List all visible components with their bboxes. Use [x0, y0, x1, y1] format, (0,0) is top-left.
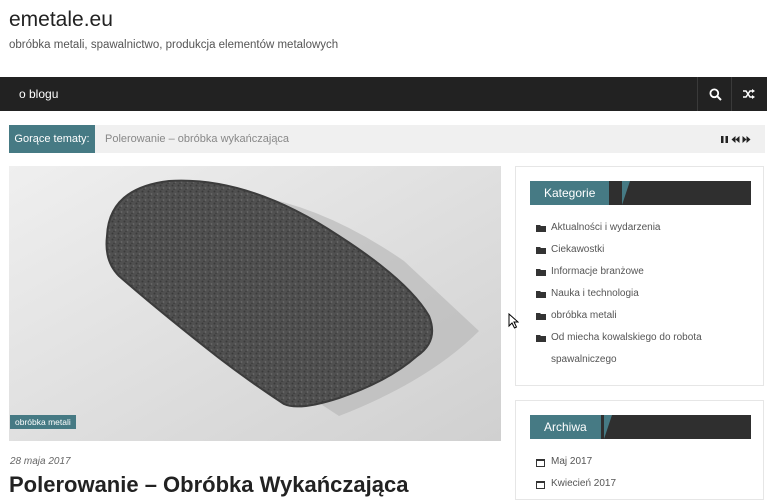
title-slant — [622, 181, 630, 205]
post-date: 28 maja 2017 — [10, 456, 71, 467]
mouse-cursor-icon — [508, 313, 519, 329]
categories-widget: Kategorie Aktualności i wydarzenia Cieka… — [515, 166, 764, 386]
post-title[interactable]: Polerowanie – Obróbka Wykańczająca — [9, 472, 408, 498]
archive-item[interactable]: Maj 2017 — [536, 451, 751, 473]
title-slant — [604, 415, 612, 439]
widget-title-bar: Kategorie — [530, 181, 751, 205]
folder-icon — [536, 291, 546, 298]
widget-title: Kategorie — [530, 181, 610, 205]
category-item[interactable]: obróbka metali — [536, 305, 751, 327]
widget-title: Archiwa — [530, 415, 601, 439]
category-list: Aktualności i wydarzenia Ciekawostki Inf… — [536, 217, 751, 371]
pause-icon[interactable] — [720, 135, 729, 144]
category-item[interactable]: Od miecha kowalskiego do robota spawalni… — [536, 327, 751, 371]
featured-post-image[interactable] — [9, 166, 501, 441]
folder-icon — [536, 269, 546, 276]
widget-title-bar: Archiwa — [530, 415, 751, 439]
shuffle-icon — [743, 89, 755, 99]
category-item[interactable]: Nauka i technologia — [536, 283, 751, 305]
search-icon — [709, 88, 722, 101]
next-icon[interactable] — [742, 135, 751, 144]
random-post-button[interactable] — [731, 77, 766, 111]
folder-icon — [536, 225, 546, 232]
folder-icon — [536, 313, 546, 320]
category-item[interactable]: Ciekawostki — [536, 239, 751, 261]
search-button[interactable] — [697, 77, 732, 111]
site-title[interactable]: emetale.eu — [9, 8, 113, 32]
ticker-headline-link[interactable]: Polerowanie – obróbka wykańczająca — [105, 125, 289, 153]
ticker-controls — [720, 125, 751, 153]
site-header: emetale.eu obróbka metali, spawalnictwo,… — [0, 0, 767, 77]
folder-icon — [536, 247, 546, 254]
calendar-icon — [536, 481, 545, 489]
category-item[interactable]: Aktualności i wydarzenia — [536, 217, 751, 239]
archive-list: Maj 2017 Kwiecień 2017 — [536, 451, 751, 495]
nav-item-o-blogu[interactable]: o blogu — [19, 77, 58, 111]
category-badge[interactable]: obróbka metali — [10, 415, 76, 429]
archive-item[interactable]: Kwiecień 2017 — [536, 473, 751, 495]
abrasive-pad-image — [9, 166, 501, 441]
breaking-news-ticker: Gorące tematy: Polerowanie – obróbka wyk… — [9, 125, 765, 153]
calendar-icon — [536, 459, 545, 467]
folder-icon — [536, 335, 546, 342]
archives-widget: Archiwa Maj 2017 Kwiecień 2017 — [515, 400, 764, 500]
category-item[interactable]: Informacje branżowe — [536, 261, 751, 283]
ticker-label: Gorące tematy: — [9, 125, 95, 153]
prev-icon[interactable] — [731, 135, 740, 144]
main-navbar: o blogu — [0, 77, 767, 111]
site-description: obróbka metali, spawalnictwo, produkcja … — [9, 39, 339, 51]
